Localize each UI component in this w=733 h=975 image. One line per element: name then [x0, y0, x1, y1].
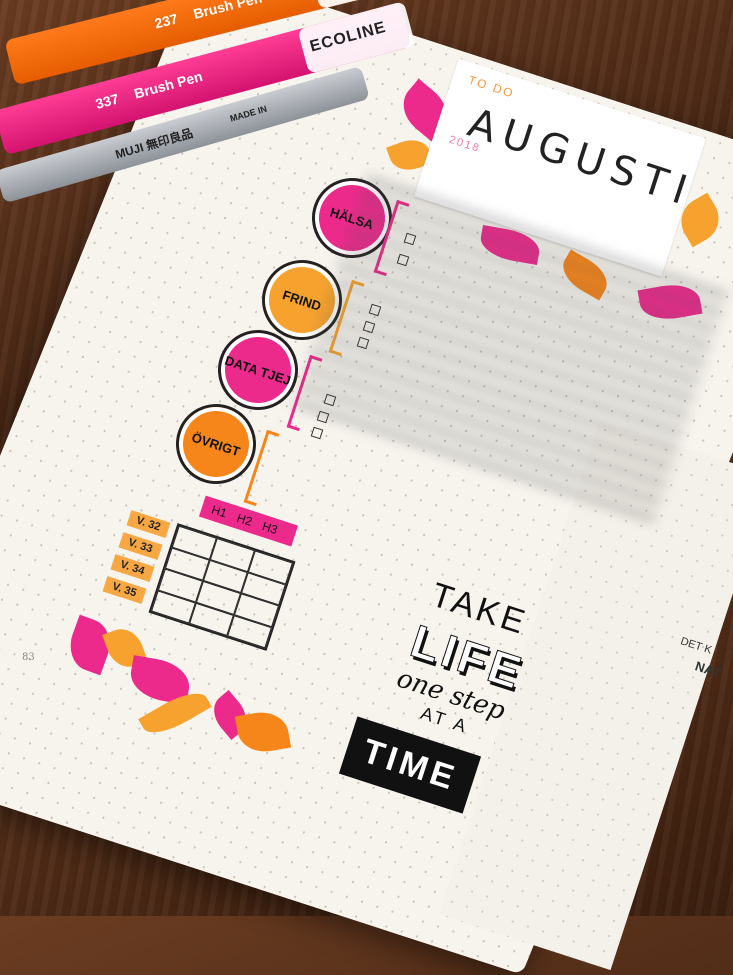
habit-header: H2 [235, 510, 255, 529]
todo-label: TO DO [466, 72, 517, 101]
orange-pen-number: 237 [152, 10, 180, 32]
pink-pen-brand: ECOLINE [308, 18, 389, 56]
page-number: 83 [22, 652, 35, 663]
pink-pen-label: Brush Pen [132, 68, 205, 102]
pink-pen-number: 337 [93, 90, 121, 112]
orange-pen-label: Brush Pen [191, 0, 264, 22]
habit-header: H3 [260, 518, 280, 538]
habit-header: H1 [209, 502, 229, 521]
grey-pen-sub: MADE IN [228, 103, 269, 124]
